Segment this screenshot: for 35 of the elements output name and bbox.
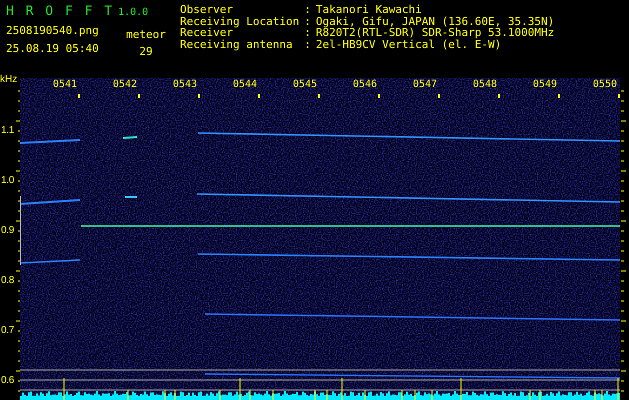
time-label: 0550: [592, 80, 618, 90]
frequency-label: 0.9: [1, 226, 14, 236]
frequency-label: 0.8: [1, 276, 14, 286]
info-label: Receiving antenna: [180, 38, 294, 50]
info-value: 2el-HB9CV Vertical (el. E-W): [316, 38, 502, 50]
info-label: Observer: [180, 4, 234, 16]
time-label: 0548: [472, 80, 498, 90]
time-label: 0546: [352, 80, 378, 90]
frequency-label: 1.1: [1, 126, 14, 136]
time-label: 0544: [232, 80, 258, 90]
frequency-label: 0.7: [1, 326, 14, 336]
time-label: 0542: [112, 80, 138, 90]
version-label: 1.0.0: [118, 7, 148, 18]
time-label: 0545: [292, 80, 318, 90]
info-value: R820T2(RTL-SDR) SDR-Sharp 53.1000MHz: [316, 27, 554, 38]
date-time: 25.08.19 05:40: [6, 42, 100, 55]
info-value: Takanori Kawachi: [316, 4, 423, 16]
info-value: Ogaki, Gifu, JAPAN (136.60E, 35.35N): [316, 16, 554, 27]
info-separator: :: [304, 16, 311, 27]
info-label: Receiving Location: [180, 16, 300, 27]
time-label: 0547: [412, 80, 438, 90]
info-separator: :: [304, 27, 311, 38]
time-label: 0543: [172, 80, 198, 90]
time-label: 0549: [532, 80, 558, 90]
frequency-label: 0.6: [1, 376, 14, 386]
counter-value: 29: [139, 45, 153, 58]
info-separator: :: [304, 38, 311, 50]
frequency-unit: kHz: [0, 75, 18, 85]
counter-label: meteor: [126, 28, 166, 41]
time-label: 0541: [52, 80, 78, 90]
frequency-label: 1.0: [1, 176, 14, 186]
file-name: 2508190540.png: [6, 24, 100, 37]
app-title: H R O F F T: [6, 4, 112, 19]
info-separator: :: [304, 4, 311, 16]
info-label: Receiver: [180, 27, 233, 38]
